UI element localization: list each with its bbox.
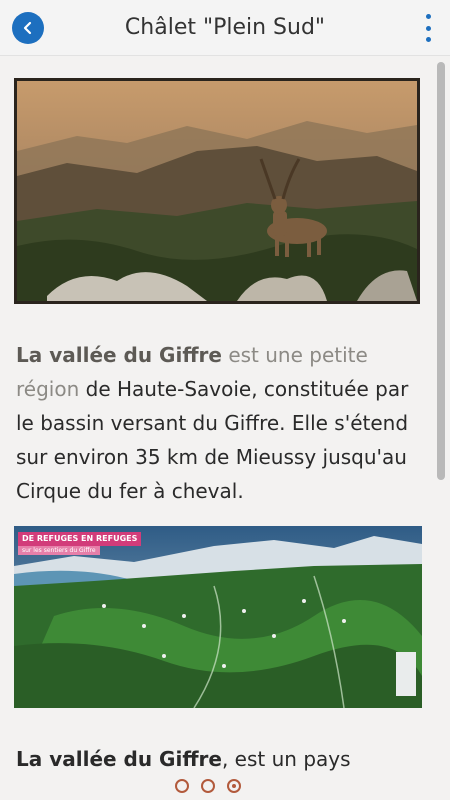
page-title: Châlet "Plein Sud" [124,15,326,40]
map-subbanner: sur les sentiers du Giffre [18,546,100,555]
refuges-map-image: DE REFUGES EN REFUGES sur les sentiers d… [14,526,422,708]
scrollbar-thumb[interactable] [437,62,445,480]
app-header: Châlet "Plein Sud" [0,0,450,56]
content-scroll-area[interactable]: La vallée du Giffre est une petite régio… [0,56,436,800]
chevron-left-icon [23,21,32,35]
map-banner: DE REFUGES EN REFUGES [18,532,142,546]
second-paragraph: La vallée du Giffre, est un pays [16,747,351,771]
page-dot-2[interactable] [201,779,215,793]
page-indicator [175,776,265,796]
page-dot-1[interactable] [175,779,189,793]
ibex-photo [14,78,420,304]
more-vertical-icon[interactable] [420,14,436,42]
back-button[interactable] [12,12,44,44]
intro-paragraph: La vallée du Giffre est une petite régio… [16,343,409,503]
page-dot-3[interactable] [227,779,241,793]
